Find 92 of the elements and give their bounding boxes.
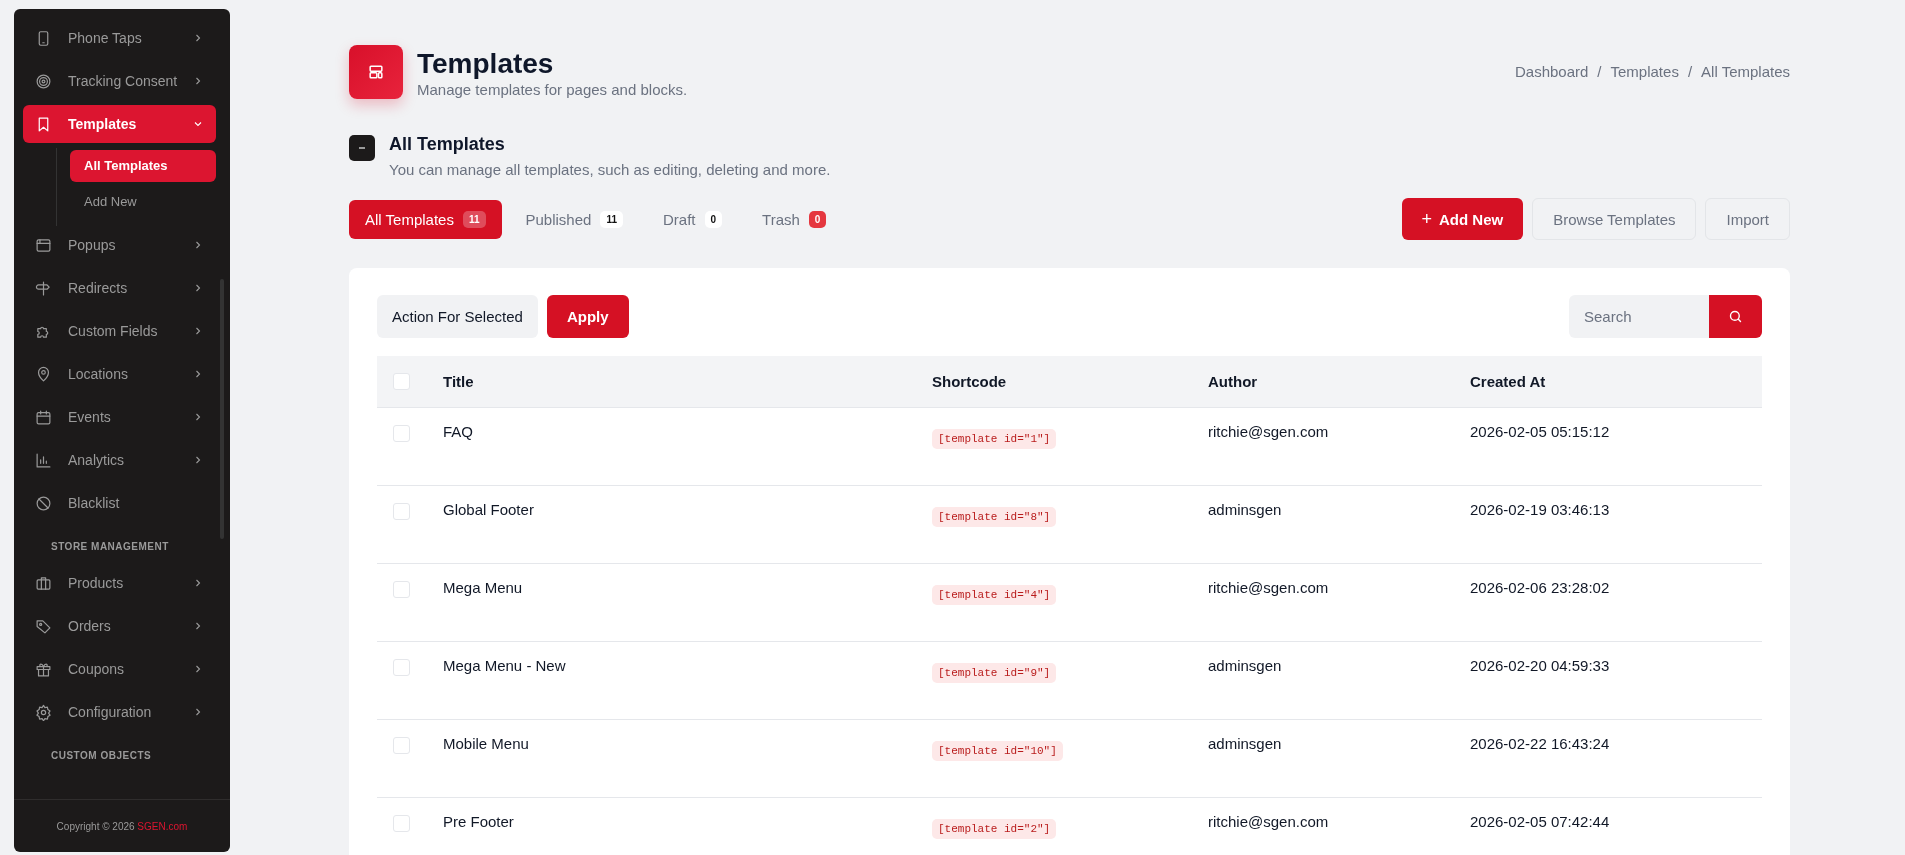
table-cell: ritchie@sgen.com — [1208, 579, 1329, 596]
count-badge: 0 — [808, 210, 827, 228]
search-field[interactable]: Search — [1569, 295, 1709, 338]
sidebar-item[interactable]: Redirects — [23, 269, 216, 307]
sidebar-item[interactable]: Tracking Consent — [23, 62, 216, 100]
sidebar-section-heading: CUSTOM OBJECTS — [50, 749, 153, 763]
column-header: Shortcode — [932, 373, 1007, 390]
submenu-item[interactable]: Add New — [70, 186, 229, 218]
shortcode-tag: [template id="1"] — [932, 429, 1057, 449]
table-cell: 2026-02-05 05:15:12 — [1470, 423, 1610, 440]
window-icon — [35, 236, 52, 254]
action-button[interactable]: + Add New — [1401, 198, 1524, 240]
filter-tab[interactable]: All Templates 11 — [349, 199, 502, 239]
table-cell: 2026-02-06 23:28:02 — [1470, 579, 1610, 596]
breadcrumb-separator: / — [1687, 63, 1693, 80]
select-all-checkbox[interactable] — [393, 373, 410, 390]
sidebar-item[interactable]: Custom Fields — [23, 312, 216, 350]
section-description: You can manage all templates, such as editing, deleting and more. — [389, 161, 831, 178]
table-cell: 2026-02-20 04:59:33 — [1470, 657, 1610, 674]
column-header: Title — [443, 373, 474, 390]
sidebar-item[interactable]: Orders — [23, 607, 216, 645]
copyright-link[interactable]: SGEN.com — [137, 820, 188, 832]
table-cell: ritchie@sgen.com — [1208, 813, 1329, 830]
sidebar-section-heading: STORE MANAGEMENT — [50, 540, 170, 554]
row-checkbox[interactable] — [393, 503, 410, 520]
tag-icon — [35, 617, 52, 635]
table-cell: Mega Menu — [443, 579, 523, 596]
minus-icon — [349, 135, 375, 161]
sidebar-item[interactable]: Templates — [23, 105, 216, 143]
row-checkbox[interactable] — [393, 737, 410, 754]
breadcrumb-link[interactable]: Templates — [1610, 63, 1679, 80]
sidebar-item[interactable]: Analytics — [23, 441, 216, 479]
page-subtitle: Manage templates for pages and blocks. — [417, 81, 688, 98]
chart-icon — [35, 451, 52, 469]
row-checkbox[interactable] — [393, 581, 410, 598]
column-header: Created At — [1470, 373, 1546, 390]
bulk-action-select[interactable]: Action For Selected — [377, 295, 538, 338]
table-cell: adminsgen — [1208, 657, 1282, 674]
briefcase-icon — [35, 574, 52, 592]
section-title: All Templates — [389, 134, 506, 155]
action-button[interactable]: Browse Templates — [1532, 198, 1697, 240]
table-cell: Global Footer — [443, 501, 534, 518]
signpost-icon — [35, 279, 52, 297]
table-cell: 2026-02-19 03:46:13 — [1470, 501, 1610, 518]
sidebar-item[interactable]: Phone Taps — [23, 19, 216, 57]
sidebar-item[interactable]: Popups — [23, 226, 216, 264]
sidebar-item[interactable]: Coupons — [23, 650, 216, 688]
shortcode-tag: [template id="4"] — [932, 585, 1057, 605]
table-cell: adminsgen — [1208, 735, 1282, 752]
action-button[interactable]: Import — [1705, 198, 1790, 240]
row-checkbox[interactable] — [393, 659, 410, 676]
page-title: Templates — [417, 47, 555, 81]
copyright-text: Copyright © 2026 SGEN.com — [56, 820, 188, 832]
count-badge: 11 — [462, 210, 486, 228]
shortcode-tag: [template id="8"] — [932, 507, 1057, 527]
table-cell: 2026-02-05 07:42:44 — [1470, 813, 1610, 830]
table-cell: 2026-02-22 16:43:24 — [1470, 735, 1610, 752]
search-icon — [1728, 309, 1743, 324]
filter-tab[interactable]: Draft 0 — [647, 199, 739, 239]
sidebar-item[interactable]: Products — [23, 564, 216, 602]
submenu-item[interactable]: All Templates — [70, 150, 216, 182]
ban-icon — [35, 494, 52, 512]
search-button[interactable] — [1709, 295, 1762, 338]
target-icon — [35, 72, 52, 90]
column-header: Author — [1208, 373, 1258, 390]
breadcrumb-link[interactable]: All Templates — [1701, 63, 1790, 80]
sidebar-item[interactable]: Blacklist — [23, 484, 216, 522]
calendar-icon — [35, 408, 52, 426]
table-cell: FAQ — [443, 423, 473, 440]
table-cell: ritchie@sgen.com — [1208, 423, 1329, 440]
count-badge: 11 — [600, 210, 623, 228]
sidebar-item[interactable]: Events — [23, 398, 216, 436]
sidebar-item[interactable]: Locations — [23, 355, 216, 393]
row-checkbox[interactable] — [393, 425, 410, 442]
row-checkbox[interactable] — [393, 815, 410, 832]
filter-tab[interactable]: Trash 0 — [746, 199, 843, 239]
table-cell: Mega Menu - New — [443, 657, 566, 674]
pin-icon — [35, 365, 52, 383]
breadcrumb-link[interactable]: Dashboard — [1514, 63, 1589, 80]
count-badge: 0 — [704, 210, 723, 228]
layout-icon — [349, 45, 403, 99]
apply-button[interactable]: Apply — [546, 295, 629, 338]
sidebar-item[interactable]: Configuration — [23, 693, 216, 731]
shortcode-tag: [template id="9"] — [932, 663, 1057, 683]
shortcode-tag: [template id="2"] — [932, 819, 1057, 839]
shortcode-tag: [template id="10"] — [932, 741, 1063, 761]
filter-tab[interactable]: Published 11 — [509, 199, 639, 239]
gear-icon — [35, 703, 52, 721]
table-cell: Mobile Menu — [443, 735, 529, 752]
table-cell: Pre Footer — [443, 813, 514, 830]
breadcrumb-separator: / — [1597, 63, 1602, 80]
table-cell: adminsgen — [1208, 501, 1282, 518]
